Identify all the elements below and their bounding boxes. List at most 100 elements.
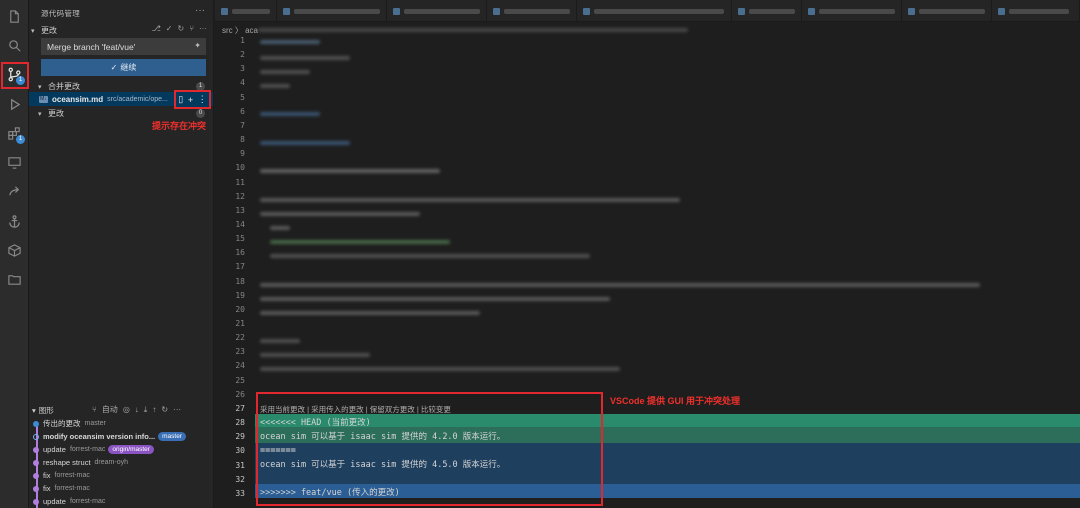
check-icon: ✓ bbox=[110, 63, 118, 72]
blurred-code-line bbox=[260, 311, 480, 315]
graph-row-outgoing[interactable]: 传出的更改 master bbox=[29, 417, 213, 430]
markdown-file-icon: M↓ bbox=[39, 95, 48, 103]
line-number: 21 bbox=[235, 319, 245, 328]
extensions-icon[interactable]: 1 bbox=[4, 123, 25, 144]
line-number: 8 bbox=[240, 135, 245, 145]
graph-row-commit[interactable]: update forrest-mac origin/master bbox=[29, 443, 213, 456]
pull-icon[interactable]: ⤓ bbox=[144, 405, 148, 415]
line-number: 27 bbox=[235, 403, 245, 413]
editor-tabs bbox=[215, 0, 1080, 22]
target-icon[interactable]: ◎ bbox=[123, 405, 130, 414]
commit-node bbox=[33, 498, 39, 505]
share-icon[interactable] bbox=[4, 181, 25, 202]
fetch-icon[interactable]: ↓ bbox=[135, 405, 139, 414]
editor-tab[interactable] bbox=[992, 0, 1080, 22]
editor-tab[interactable] bbox=[802, 0, 902, 22]
blurred-code-line bbox=[260, 212, 420, 216]
line-number: 33 bbox=[235, 488, 245, 498]
editor-tab[interactable] bbox=[387, 0, 487, 22]
line-number: 14 bbox=[235, 219, 245, 229]
search-icon[interactable] bbox=[4, 35, 25, 56]
graph-row-commit[interactable]: reshape struct dream-oyh bbox=[29, 456, 213, 469]
graph-row-commit[interactable]: fix forrest-mac bbox=[29, 469, 213, 482]
merge-changes-header[interactable]: ▾ 合并更改 bbox=[38, 81, 80, 92]
push-icon[interactable]: ↑ bbox=[152, 405, 156, 414]
commit-message-input[interactable]: Merge branch 'feat/vue' ✦ bbox=[41, 38, 206, 55]
graph-icon[interactable]: ⑂ bbox=[189, 24, 194, 33]
more-icon[interactable]: ··· bbox=[195, 5, 205, 16]
graph-row-commit[interactable]: update forrest-mac bbox=[29, 495, 213, 508]
blurred-code-line bbox=[260, 283, 980, 287]
editor-tab[interactable] bbox=[732, 0, 802, 22]
line-number: 16 bbox=[235, 248, 245, 258]
changes-section-header[interactable]: ▾ 更改 bbox=[31, 25, 57, 36]
more-icon[interactable]: ··· bbox=[199, 24, 207, 33]
graph-row-commit[interactable]: modify oceansim version info... master bbox=[29, 430, 213, 443]
editor-tab[interactable] bbox=[487, 0, 577, 22]
blurred-code-line bbox=[260, 112, 320, 116]
blurred-code-line bbox=[260, 70, 310, 74]
blurred-code-line bbox=[260, 198, 680, 202]
editor-tab[interactable] bbox=[277, 0, 387, 22]
source-control-highlight bbox=[1, 62, 29, 89]
explorer-icon[interactable] bbox=[4, 6, 25, 27]
chevron-down-icon: ▾ bbox=[38, 83, 42, 91]
branch-icon[interactable]: ⎇ bbox=[152, 24, 161, 33]
blurred-code-line bbox=[260, 297, 610, 301]
file-row-actions: ▯ + ⋮ bbox=[174, 90, 211, 109]
continue-button[interactable]: ✓ 继续 bbox=[41, 59, 206, 76]
line-number: 10 bbox=[235, 163, 245, 173]
commit-node bbox=[33, 472, 39, 479]
line-number: 17 bbox=[235, 262, 245, 272]
package-icon[interactable] bbox=[4, 240, 25, 261]
activity-bar: 1 1 bbox=[0, 0, 29, 508]
line-number: 25 bbox=[235, 375, 245, 385]
stage-plus-icon[interactable]: + bbox=[188, 95, 193, 105]
commit-node bbox=[33, 420, 39, 427]
commit-node bbox=[33, 459, 39, 466]
line-number: 29 bbox=[235, 432, 245, 442]
blurred-code-line bbox=[260, 169, 440, 173]
commit-node bbox=[33, 485, 39, 492]
anchor-icon[interactable] bbox=[4, 211, 25, 232]
sparkle-icon[interactable]: ✦ bbox=[194, 41, 201, 50]
commit-node bbox=[33, 433, 39, 440]
line-number: 26 bbox=[235, 389, 245, 399]
check-icon[interactable]: ✓ bbox=[166, 24, 173, 33]
branch-icon[interactable]: ⑂ bbox=[92, 405, 97, 414]
line-number: 13 bbox=[235, 205, 245, 215]
refresh-icon[interactable]: ↻ bbox=[161, 405, 168, 414]
more-icon[interactable]: ··· bbox=[173, 405, 181, 414]
refresh-icon[interactable]: ↻ bbox=[177, 24, 184, 33]
changes-toolbar: ⎇ ✓ ↻ ⑂ ··· bbox=[152, 24, 207, 33]
changes-subsection-header[interactable]: ▾ 更改 bbox=[38, 108, 64, 119]
run-debug-icon[interactable] bbox=[4, 94, 25, 115]
conflict-annotation: 提示存在冲突 bbox=[152, 121, 207, 131]
editor-tab[interactable] bbox=[577, 0, 732, 22]
branch-tag-origin-master: origin/master bbox=[108, 445, 154, 454]
breadcrumb-blurred bbox=[258, 28, 688, 32]
more-icon[interactable]: ⋮ bbox=[198, 94, 207, 105]
extensions-badge: 1 bbox=[16, 135, 25, 144]
line-number: 6 bbox=[240, 106, 245, 116]
graph-row-commit[interactable]: fix forrest-mac bbox=[29, 482, 213, 495]
line-number: 9 bbox=[240, 149, 245, 159]
chevron-down-icon: ▾ bbox=[32, 406, 36, 415]
chevron-down-icon: ▾ bbox=[38, 110, 42, 118]
breadcrumb[interactable]: src 〉 aca bbox=[222, 25, 258, 36]
blurred-code-line bbox=[260, 367, 620, 371]
blurred-code-line bbox=[260, 353, 370, 357]
auto-label[interactable]: 自动 bbox=[102, 404, 118, 415]
editor-tab[interactable] bbox=[215, 0, 277, 22]
editor-tab[interactable] bbox=[902, 0, 992, 22]
blurred-code-line bbox=[270, 226, 290, 230]
line-number: 12 bbox=[235, 191, 245, 201]
blurred-code-line bbox=[270, 240, 450, 244]
folder-icon[interactable] bbox=[4, 269, 25, 290]
line-number: 24 bbox=[235, 361, 245, 371]
commit-node bbox=[33, 446, 39, 453]
chevron-down-icon: ▾ bbox=[31, 27, 35, 35]
open-file-icon[interactable]: ▯ bbox=[178, 94, 183, 105]
line-number: 15 bbox=[235, 234, 245, 244]
remote-explorer-icon[interactable] bbox=[4, 152, 25, 173]
